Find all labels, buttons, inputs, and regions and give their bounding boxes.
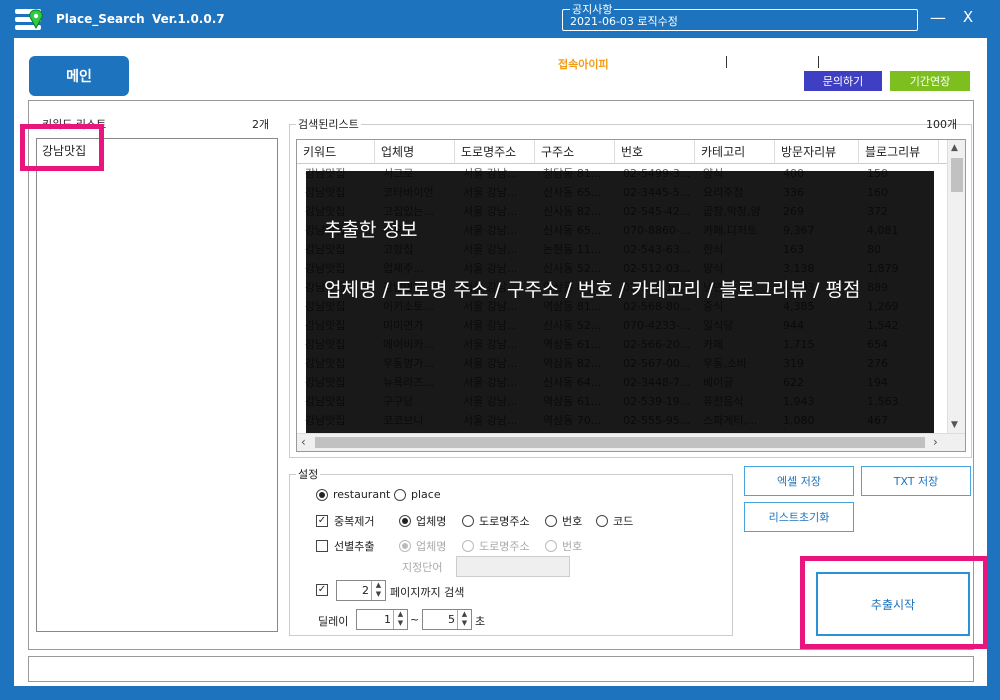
column-header-phone[interactable]: 번호 [615,140,695,164]
close-button[interactable]: X [958,8,978,26]
keyword-filter-input [456,556,570,577]
radio-label: 도로명주소 [479,515,530,528]
dedupe-checkbox[interactable]: ✓ 중복제거 [316,513,374,529]
settings-title: 설정 [296,466,321,482]
results-title: 검색된리스트 [296,116,361,132]
txt-save-button[interactable]: TXT 저장 [861,466,971,496]
extend-period-button[interactable]: 기간연장 [890,71,970,91]
keyword-highlight-box [20,124,104,171]
overlay-title: 추출한 정보 [324,219,418,241]
delay-max-stepper[interactable]: 5 ▲ ▼ [422,609,472,630]
radio-label: 번호 [562,515,583,528]
excel-save-button[interactable]: 엑셀 저장 [744,466,854,496]
connection-ip-label: 접속아이피 [558,58,609,71]
delay-label: 딜레이 [318,615,349,628]
radio-label: 업체명 [416,540,447,553]
radio-disabled-icon [545,540,557,552]
status-bar [28,656,974,682]
radio-icon [462,515,474,527]
grid-header: 키워드 업체명 도로명주소 구주소 번호 카테고리 방문자리뷰 블로그리뷰 [297,140,947,164]
column-header-visitor-review[interactable]: 방문자리뷰 [775,140,859,164]
reset-list-button[interactable]: 리스트초기화 [744,502,854,532]
pages-label: 페이지까지 검색 [390,586,465,599]
radio-label: 업체명 [416,515,447,528]
column-header-old-address[interactable]: 구주소 [535,140,615,164]
checkbox-label: 중복제거 [334,515,375,528]
scroll-thumb[interactable] [315,437,925,448]
stepper-arrows-icon[interactable]: ▲ ▼ [371,581,385,600]
scroll-left-icon[interactable]: ‹ [301,435,306,449]
stepper-arrows-icon[interactable]: ▲ ▼ [457,610,471,629]
checkbox-label: 선별추출 [334,540,375,553]
radio-disabled-icon [399,540,411,552]
scroll-up-icon[interactable]: ▲ [951,143,958,153]
keyword-listbox[interactable] [36,138,278,632]
inquiry-button[interactable]: 문의하기 [804,71,882,91]
main-tab-button[interactable]: 메인 [29,56,129,96]
scroll-down-icon[interactable]: ▼ [951,420,958,430]
pages-stepper[interactable]: 2 ▲ ▼ [336,580,386,601]
mode-restaurant-radio[interactable]: restaurant [316,488,390,501]
divider [818,56,819,68]
minimize-button[interactable]: — [928,8,948,27]
column-header-blog-review[interactable]: 블로그리뷰 [859,140,939,164]
keyword-count: 2개 [252,118,270,131]
dedupe-phone-radio[interactable]: 번호 [545,513,582,529]
radio-selected-icon [316,488,328,501]
checkbox-checked-icon: ✓ [316,515,328,527]
radio-icon [596,515,608,527]
app-logo-icon [15,9,43,30]
dedupe-code-radio[interactable]: 코드 [596,513,633,529]
dedupe-name-radio[interactable]: 업체명 [399,513,446,529]
mode-place-radio[interactable]: place [394,488,441,501]
app-name: Place_Search [56,12,145,26]
scroll-thumb[interactable] [951,158,963,192]
column-header-category[interactable]: 카테고리 [695,140,775,164]
overlay-description: 업체명 / 도로명 주소 / 구주소 / 번호 / 카테고리 / 블로그리뷰 /… [324,279,861,301]
radio-icon [545,515,557,527]
vertical-scrollbar[interactable]: ▲ ▼ [947,140,965,434]
radio-label: restaurant [333,488,391,501]
delay-unit: 초 [475,615,486,628]
radio-label: 번호 [562,540,583,553]
delay-separator: ~ [410,613,420,626]
title-bar: Place_Search Ver.1.0.0.7 공지사항 2021-06-03… [0,0,1000,38]
select-name-radio: 업체명 [399,538,446,554]
radio-label: place [411,488,441,501]
app-version: Ver.1.0.0.7 [152,12,225,26]
stepper-value: 1 [384,613,391,626]
horizontal-scrollbar[interactable]: ‹ › [297,433,965,451]
stepper-value: 2 [362,584,369,597]
column-header-road-address[interactable]: 도로명주소 [455,140,535,164]
radio-icon [394,488,406,501]
page-limit-checkbox[interactable]: ✓ [316,584,334,596]
scroll-right-icon[interactable]: › [933,435,938,449]
start-extract-button[interactable]: 추출시작 [816,572,970,636]
info-overlay: 추출한 정보 업체명 / 도로명 주소 / 구주소 / 번호 / 카테고리 / … [306,171,934,433]
stepper-arrows-icon[interactable]: ▲ ▼ [393,610,407,629]
checkbox-icon [316,540,328,552]
radio-disabled-icon [462,540,474,552]
select-road-address-radio: 도로명주소 [462,538,530,554]
column-header-name[interactable]: 업체명 [375,140,455,164]
keyword-filter-label: 지정단어 [402,561,443,574]
radio-label: 코드 [613,515,634,528]
delay-min-stepper[interactable]: 1 ▲ ▼ [356,609,408,630]
dedupe-road-address-radio[interactable]: 도로명주소 [462,513,530,529]
select-extract-checkbox[interactable]: 선별추출 [316,538,374,554]
radio-selected-icon [399,515,411,527]
radio-label: 도로명주소 [479,540,530,553]
stepper-value: 5 [448,613,455,626]
column-header-keyword[interactable]: 키워드 [297,140,375,164]
checkbox-checked-icon: ✓ [316,584,328,596]
divider [726,56,727,68]
notice-text: 2021-06-03 로직수정 [570,15,678,28]
select-phone-radio: 번호 [545,538,582,554]
results-count: 100개 [926,118,958,131]
